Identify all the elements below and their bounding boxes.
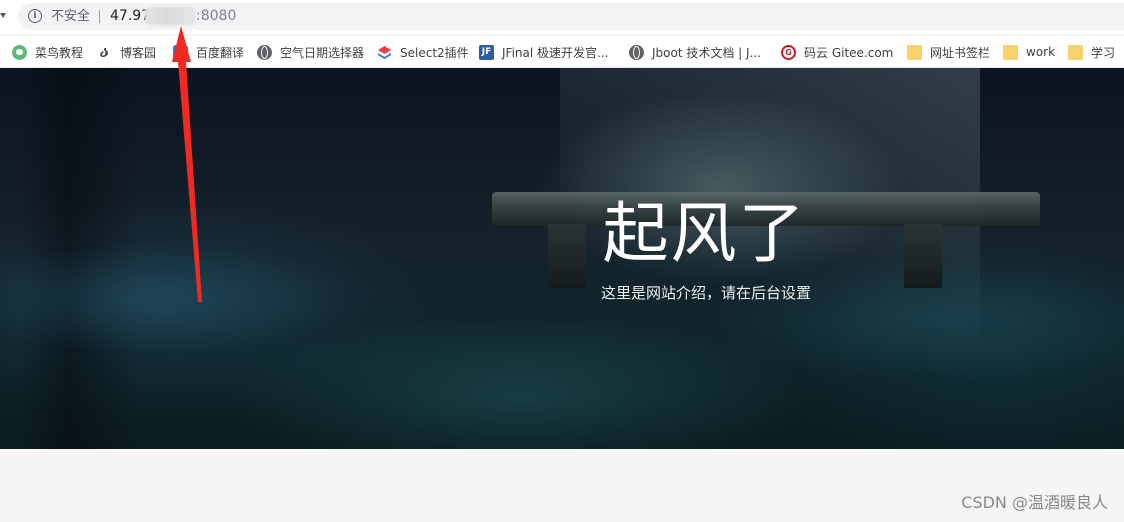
info-icon[interactable]: i <box>28 9 42 23</box>
hero-banner: 起风了 这里是网站介绍，请在后台设置 <box>0 68 1124 449</box>
gitee-icon: G <box>781 44 796 60</box>
chevron-down-icon[interactable] <box>0 13 6 18</box>
bookmark-folder-study[interactable]: 学习 <box>1068 44 1115 60</box>
omnibox[interactable]: i 不安全 47.97 :8080 <box>18 3 1124 30</box>
bookmark-folder-work[interactable]: work <box>1003 44 1055 60</box>
bookmark-gitee[interactable]: G 码云 Gitee.com <box>781 44 893 60</box>
bookmark-label: Jboot 技术文档 | J... <box>652 45 762 60</box>
globe-icon <box>257 44 272 60</box>
bookmark-label: work <box>1026 45 1056 59</box>
bookmark-label: 网址书签栏 <box>930 45 991 60</box>
url-port[interactable]: :8080 <box>196 7 236 25</box>
bookmark-label: 百度翻译 <box>196 45 245 60</box>
runoob-icon <box>12 44 27 60</box>
bookmark-label: JFinal 极速开发官... <box>502 45 609 60</box>
bookmarks-bar: 菜鸟教程 ა 博客园 百度翻译 空气日期选择器 Select2插件 JF JFi <box>0 36 1124 68</box>
bookmark-label: 码云 Gitee.com <box>804 45 894 60</box>
browser-window: i 不安全 47.97 :8080 菜鸟教程 ა 博客园 百度翻译 空气日期选择… <box>0 0 1124 522</box>
bookmark-folder-links[interactable]: 网址书签栏 <box>907 44 990 60</box>
bookmark-label: Select2插件 <box>400 45 469 60</box>
cnblogs-icon: ა <box>100 42 109 61</box>
baidu-translate-icon <box>173 44 188 60</box>
url-redaction <box>145 7 196 25</box>
bookmark-jboot[interactable]: Jboot 技术文档 | J... <box>629 44 761 60</box>
bookmark-label: 学习 <box>1091 45 1116 60</box>
bookmark-jfinal[interactable]: JF JFinal 极速开发官... <box>479 44 608 60</box>
watermark: CSDN @温酒暖良人 <box>961 493 1108 512</box>
folder-icon <box>1068 44 1083 60</box>
bookmark-cnblogs[interactable]: ა 博客园 <box>97 44 156 60</box>
globe-icon <box>629 44 644 60</box>
bookmark-baidu-translate[interactable]: 百度翻译 <box>173 44 244 60</box>
folder-icon <box>1003 44 1018 60</box>
folder-icon <box>907 44 922 60</box>
address-bar: i 不安全 47.97 :8080 <box>0 0 1124 34</box>
bookmark-select2[interactable]: Select2插件 <box>377 44 469 60</box>
hero-title: 起风了 <box>602 195 807 272</box>
security-label[interactable]: 不安全 <box>51 8 90 25</box>
hero-subtitle: 这里是网站介绍，请在后台设置 <box>600 284 811 302</box>
bookmark-label: 空气日期选择器 <box>280 45 365 60</box>
select2-icon <box>377 45 392 60</box>
bookmark-date-picker[interactable]: 空气日期选择器 <box>257 44 364 60</box>
divider <box>99 10 100 23</box>
bookmark-label: 菜鸟教程 <box>35 45 84 60</box>
bookmark-label: 博客园 <box>120 45 157 60</box>
bookmark-runoob[interactable]: 菜鸟教程 <box>12 44 83 60</box>
jfinal-icon: JF <box>479 44 494 60</box>
